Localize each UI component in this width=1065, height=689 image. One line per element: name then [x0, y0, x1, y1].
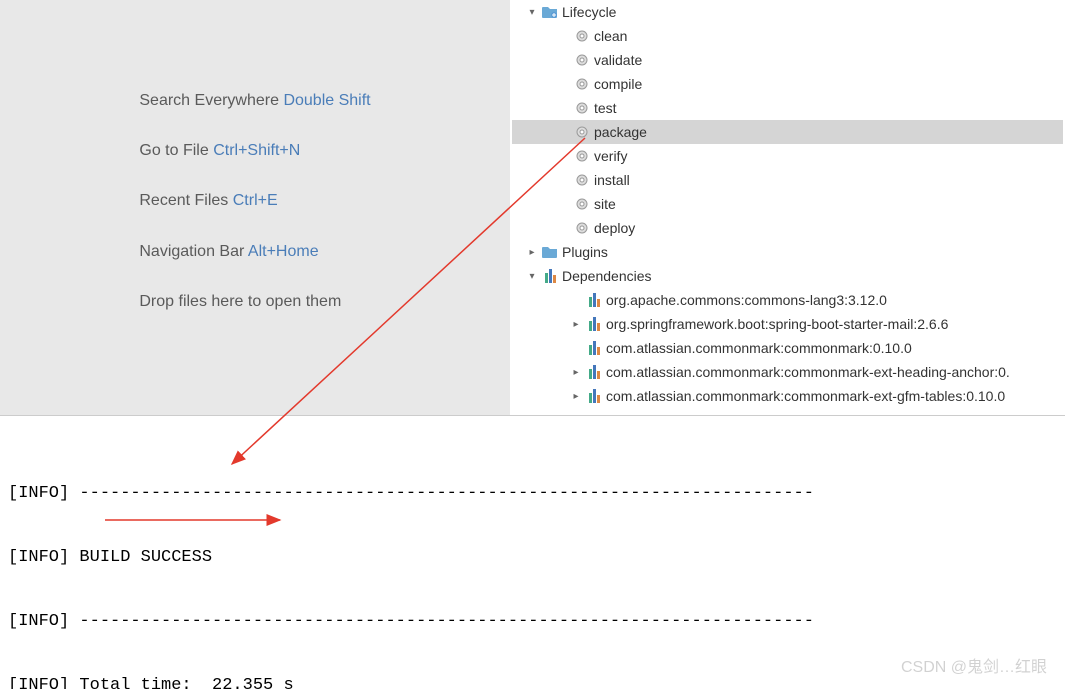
gear-icon	[572, 197, 592, 211]
dependencies-node[interactable]: ▾ Dependencies	[512, 264, 1063, 288]
plugins-label: Plugins	[560, 244, 608, 260]
lifecycle-goal-deploy[interactable]: deploy	[512, 216, 1063, 240]
console-line: [INFO] BUILD SUCCESS	[8, 542, 1065, 574]
dependency-item[interactable]: ▸com.atlassian.commonmark:commonmark-ext…	[512, 360, 1063, 384]
gear-icon	[572, 29, 592, 43]
goto-file-label: Go to File	[139, 142, 213, 159]
dependency-item[interactable]: ▸com.atlassian.commonmark:commonmark-ext…	[512, 384, 1063, 408]
dependencies-label: Dependencies	[560, 268, 652, 284]
library-icon	[584, 317, 604, 331]
gear-icon	[572, 125, 592, 139]
console-line: [INFO] ---------------------------------…	[8, 606, 1065, 638]
dependency-item[interactable]: ▸org.springframework.boot:spring-boot-st…	[512, 312, 1063, 336]
library-icon	[584, 341, 604, 355]
gear-icon	[572, 221, 592, 235]
console-line: [INFO] ---------------------------------…	[8, 478, 1065, 510]
folder-icon	[540, 245, 560, 259]
gear-icon	[572, 149, 592, 163]
chevron-right-icon[interactable]: ▸	[568, 391, 584, 402]
build-console[interactable]: [INFO] ---------------------------------…	[0, 415, 1065, 689]
library-icon	[584, 389, 604, 403]
chevron-down-icon[interactable]: ▾	[524, 271, 540, 282]
library-icon	[584, 365, 604, 379]
editor-placeholder-panel: Search Everywhere Double Shift Go to Fil…	[0, 0, 510, 415]
navigation-bar-shortcut: Alt+Home	[248, 243, 319, 260]
goto-file-shortcut: Ctrl+Shift+N	[213, 142, 300, 159]
recent-files-label: Recent Files	[139, 192, 232, 209]
dependency-item[interactable]: ▸org.apache.commons:commons-lang3:3.12.0	[512, 288, 1063, 312]
lifecycle-goal-site[interactable]: site	[512, 192, 1063, 216]
chevron-right-icon[interactable]: ▸	[524, 247, 540, 258]
lifecycle-label: Lifecycle	[560, 4, 616, 20]
search-everywhere-shortcut: Double Shift	[283, 92, 370, 109]
maven-tool-panel: ▾ Lifecycle clean validate compile test …	[510, 0, 1065, 415]
drop-files-label: Drop files here to open them	[139, 293, 341, 310]
plugins-node[interactable]: ▸ Plugins	[512, 240, 1063, 264]
lifecycle-goal-verify[interactable]: verify	[512, 144, 1063, 168]
library-icon	[540, 269, 560, 283]
gear-icon	[572, 53, 592, 67]
lifecycle-node[interactable]: ▾ Lifecycle	[512, 0, 1063, 24]
lifecycle-goal-test[interactable]: test	[512, 96, 1063, 120]
recent-files-shortcut: Ctrl+E	[233, 192, 278, 209]
navigation-bar-label: Navigation Bar	[139, 243, 248, 260]
chevron-down-icon[interactable]: ▾	[524, 7, 540, 18]
chevron-right-icon[interactable]: ▸	[568, 319, 584, 330]
lifecycle-goal-clean[interactable]: clean	[512, 24, 1063, 48]
library-icon	[584, 293, 604, 307]
lifecycle-goal-compile[interactable]: compile	[512, 72, 1063, 96]
search-everywhere-label: Search Everywhere	[139, 92, 283, 109]
gear-icon	[572, 77, 592, 91]
folder-icon	[540, 5, 560, 19]
lifecycle-goal-package[interactable]: package	[512, 120, 1063, 144]
watermark: CSDN @鬼剑…红眼	[901, 653, 1047, 677]
chevron-right-icon[interactable]: ▸	[568, 367, 584, 378]
dependency-item[interactable]: ▸com.atlassian.commonmark:commonmark:0.1…	[512, 336, 1063, 360]
gear-icon	[572, 173, 592, 187]
lifecycle-goal-validate[interactable]: validate	[512, 48, 1063, 72]
lifecycle-goal-install[interactable]: install	[512, 168, 1063, 192]
gear-icon	[572, 101, 592, 115]
